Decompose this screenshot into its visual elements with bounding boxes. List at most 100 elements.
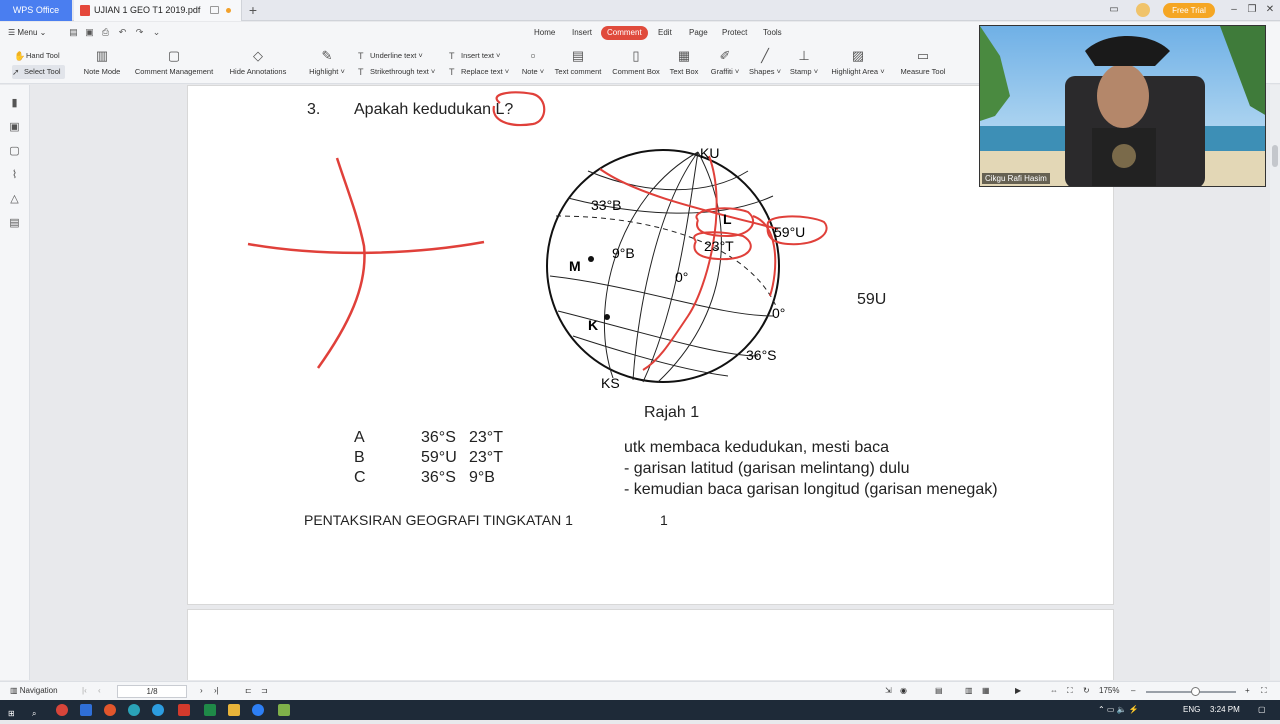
forward-view-icon[interactable]: ⊐ <box>261 682 268 700</box>
zoom-in-icon[interactable]: + <box>1245 682 1250 700</box>
tab-comment[interactable]: Comment <box>601 26 648 40</box>
app-icon-green[interactable] <box>278 704 290 716</box>
excel-icon[interactable] <box>204 704 216 716</box>
window-layout-icon[interactable]: ▭ <box>1108 4 1120 16</box>
navigation-button[interactable]: ▥ Navigation <box>10 682 58 700</box>
prev-page-icon[interactable]: ‹ <box>98 682 101 700</box>
select-tool-button[interactable]: ➚ Select Tool <box>12 65 65 79</box>
zoom-app-icon[interactable] <box>252 704 264 716</box>
tab-home[interactable]: Home <box>528 26 561 40</box>
wps-icon[interactable] <box>178 704 190 716</box>
text-box-button[interactable]: ▦ Text Box <box>667 46 701 82</box>
label-m: M <box>569 258 581 274</box>
underline-text-button[interactable]: T Underline text ˅ <box>358 49 423 63</box>
page-footer-title: PENTAKSIRAN GEOGRAFI TINGKATAN 1 <box>304 512 573 528</box>
customize-icon[interactable]: ⌄ <box>151 27 162 38</box>
open-icon[interactable]: ▤ <box>68 27 79 38</box>
tab-page[interactable]: Page <box>683 26 714 40</box>
redo-icon[interactable]: ↷ <box>134 27 145 38</box>
monitor-icon[interactable] <box>210 6 219 14</box>
menu-button[interactable]: ☰ Menu ⌄ <box>8 26 46 40</box>
tab-insert[interactable]: Insert <box>566 26 598 40</box>
bookmark-icon[interactable]: ▮ <box>8 97 21 110</box>
form-icon[interactable]: ▤ <box>8 217 21 230</box>
user-avatar[interactable] <box>1136 3 1150 17</box>
graffiti-button[interactable]: ✐ Graffiti ˅ <box>708 46 742 82</box>
eye-protect-icon[interactable]: ◉ <box>900 682 907 700</box>
clock[interactable]: 3:24 PM <box>1210 700 1240 720</box>
strikethrough-text-button[interactable]: T Strikethrough text ˅ <box>358 65 435 79</box>
measure-tool-button[interactable]: ▭ Measure Tool <box>898 46 948 82</box>
telegram-icon[interactable] <box>152 704 164 716</box>
option-lat-b: 59°U <box>421 449 457 466</box>
single-page-icon[interactable]: ▤ <box>935 682 943 700</box>
attachment-icon[interactable]: ⌇ <box>8 169 21 182</box>
comment-box-icon: ▯ <box>632 48 640 63</box>
left-sidebar: ▮ ▣ ▢ ⌇ △ ▤ <box>0 85 30 680</box>
print-icon[interactable]: ⎙ <box>100 27 111 38</box>
shapes-button[interactable]: ╱ Shapes ˅ <box>748 46 782 82</box>
hand-tool-button[interactable]: ✋ Hand Tool <box>14 49 60 63</box>
stamp-button[interactable]: ⊥ Stamp ˅ <box>788 46 820 82</box>
note-mode-button[interactable]: ▥ Note Mode <box>80 46 124 82</box>
first-page-icon[interactable]: |‹ <box>82 682 87 700</box>
free-trial-button[interactable]: Free Trial <box>1163 3 1215 18</box>
thumbnail-icon[interactable]: ▣ <box>8 121 21 134</box>
firefox-icon[interactable] <box>104 704 116 716</box>
back-view-icon[interactable]: ⊏ <box>245 682 252 700</box>
highlight-area-icon: ▨ <box>851 48 865 63</box>
comment-management-button[interactable]: ▢ Comment Management <box>132 46 216 82</box>
text-comment-button[interactable]: ▤ Text comment <box>552 46 604 82</box>
signature-icon[interactable]: △ <box>8 193 21 206</box>
play-icon[interactable]: ▶ <box>1015 682 1021 700</box>
tab-edit[interactable]: Edit <box>652 26 678 40</box>
comment-box-button[interactable]: ▯ Comment Box <box>611 46 661 82</box>
maximize-icon[interactable]: ❐ <box>1246 4 1258 16</box>
next-page-icon[interactable]: › <box>200 682 203 700</box>
insert-text-button[interactable]: T Insert text ˅ <box>449 49 500 63</box>
hide-annotations-button[interactable]: ◇ Hide Annotations <box>225 46 291 82</box>
document-tab[interactable]: UJIAN 1 GEO T1 2019.pdf <box>74 0 242 21</box>
point-k-dot <box>604 314 610 320</box>
edge-icon[interactable] <box>128 704 140 716</box>
title-bar: WPS Office UJIAN 1 GEO T1 2019.pdf + ▭ F… <box>0 0 1280 21</box>
graffiti-label: Graffiti <box>710 67 733 76</box>
tray-icons[interactable]: ⌃ ▭ 🔈 ⚡ <box>1098 700 1139 720</box>
two-page-icon[interactable]: ▦ <box>982 682 990 700</box>
tab-protect[interactable]: Protect <box>716 26 753 40</box>
undo-icon[interactable]: ↶ <box>117 27 128 38</box>
save-icon[interactable]: ▣ <box>84 27 95 38</box>
replace-text-button[interactable]: T Replace text ˅ <box>449 65 509 79</box>
windows-start-icon[interactable]: ⊞ <box>8 704 20 718</box>
highlight-area-button[interactable]: ▨ Highlight Area ˅ <box>828 46 888 82</box>
search-icon[interactable]: ⌕ <box>32 704 44 718</box>
scrollbar-thumb[interactable] <box>1272 145 1278 167</box>
fullscreen-icon[interactable]: ⛶ <box>1261 682 1267 700</box>
fit-icon[interactable]: ⇲ <box>885 682 892 700</box>
tab-tools[interactable]: Tools <box>757 26 788 40</box>
rotate-icon[interactable]: ↻ <box>1083 682 1090 700</box>
zoom-slider-knob[interactable] <box>1191 687 1200 696</box>
label-9b: 9°B <box>612 245 635 261</box>
chrome-icon[interactable] <box>56 704 68 716</box>
highlight-button[interactable]: ✎ Highlight ˅ <box>305 46 349 82</box>
vertical-scrollbar[interactable] <box>1270 85 1280 680</box>
last-page-icon[interactable]: ›| <box>214 682 219 700</box>
label-l: L <box>723 211 732 227</box>
page-number-input[interactable]: 1/8 <box>117 685 187 698</box>
new-tab-button[interactable]: + <box>246 0 260 21</box>
continuous-icon[interactable]: ▥ <box>965 682 973 700</box>
fit-width-icon[interactable]: ⇔ <box>1050 682 1058 700</box>
notification-icon[interactable]: ▢ <box>1258 700 1266 720</box>
wps-office-tab[interactable]: WPS Office <box>0 0 72 21</box>
fit-page-icon[interactable]: ⛶ <box>1067 682 1073 700</box>
minimize-icon[interactable]: – <box>1228 4 1240 16</box>
close-icon[interactable]: ✕ <box>1264 4 1276 16</box>
app-icon-blue[interactable] <box>80 704 92 716</box>
zoom-level-select[interactable]: 175% <box>1099 682 1119 700</box>
note-button[interactable]: ▫ Note ˅ <box>518 46 548 82</box>
language-indicator[interactable]: ENG <box>1183 700 1200 720</box>
comment-icon[interactable]: ▢ <box>8 145 21 158</box>
file-explorer-icon[interactable] <box>228 704 240 716</box>
zoom-out-icon[interactable]: – <box>1131 682 1135 700</box>
